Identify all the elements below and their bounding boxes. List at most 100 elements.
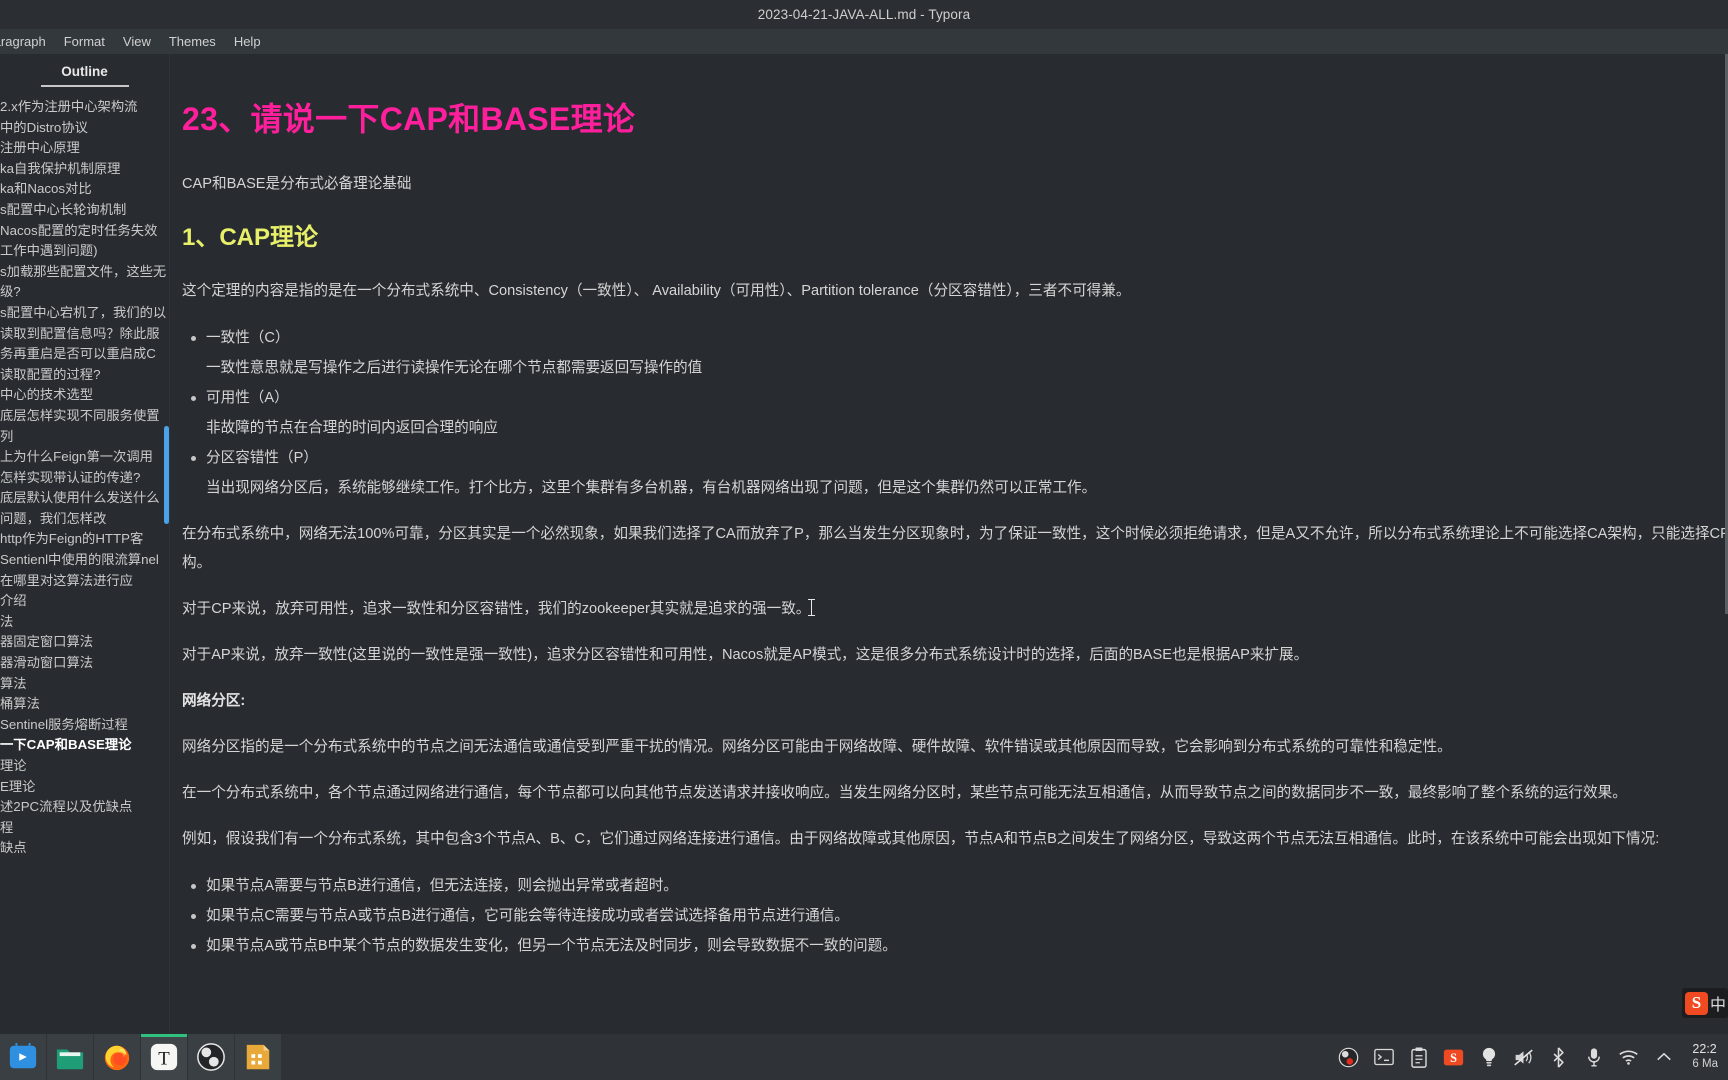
outline-item-7[interactable]: s加载那些配置文件，这些无级?	[0, 262, 168, 303]
sogou-logo-icon: S	[1684, 991, 1708, 1015]
menu-item-format[interactable]: Format	[55, 32, 114, 51]
outline-item-1[interactable]: 中的Distro协议	[0, 118, 169, 139]
taskbar-app-store[interactable]	[0, 1034, 47, 1080]
cap-bullet-list: 一致性（C）	[182, 323, 1728, 353]
window-title: 2023-04-21-JAVA-ALL.md - Typora	[757, 7, 971, 22]
text-cursor	[808, 599, 816, 616]
sogou-ime-indicator[interactable]: S 中	[1681, 988, 1728, 1018]
case-bullet-0: 如果节点A需要与节点B进行通信，但无法连接，则会抛出异常或者超时。	[182, 871, 1728, 901]
calculator-icon	[246, 1044, 270, 1070]
clipboard-icon[interactable]	[1408, 1047, 1429, 1068]
clock-date: 6 Ma	[1692, 1058, 1718, 1070]
outline-item-22[interactable]: 桶算法	[0, 694, 169, 715]
case-bullet-list: 如果节点A需要与节点B进行通信，但无法连接，则会抛出异常或者超时。 如果节点C需…	[182, 871, 1728, 961]
taskbar-file-manager[interactable]	[47, 1034, 94, 1080]
taskbar-obs-studio[interactable]	[188, 1034, 235, 1080]
outline-item-5[interactable]: s配置中心长轮询机制	[0, 200, 169, 221]
paragraph-partition-effect: 在一个分布式系统中，各个节点通过网络进行通信，每个节点都可以向其他节点发送请求并…	[182, 785, 1627, 801]
folder-icon	[56, 1049, 84, 1070]
outline-item-23[interactable]: Sentinel服务熔断过程	[0, 715, 169, 736]
outline-item-18[interactable]: 法	[0, 612, 169, 633]
outline-item-24-active[interactable]: 一下CAP和BASE理论	[0, 735, 169, 756]
bluetooth-icon[interactable]	[1548, 1046, 1569, 1068]
case-bullet-2: 如果节点A或节点B中某个节点的数据发生变化，但另一个节点无法及时同步，则会导致数…	[182, 931, 1728, 961]
sidebar-scrollbar-thumb[interactable]	[164, 426, 169, 524]
paragraph-ap: 对于AP来说，放弃一致性(这里说的一致性是强一致性)，追求分区容错性和可用性，N…	[182, 647, 1309, 663]
outline-item-10[interactable]: 底层怎样实现不同服务使置	[0, 406, 168, 427]
taskbar-calculator[interactable]	[235, 1034, 282, 1080]
taskbar-launchers: T	[0, 1034, 282, 1080]
microphone-icon[interactable]	[1583, 1047, 1604, 1068]
sogou-ime-icon[interactable]: S	[1443, 1047, 1464, 1068]
typora-icon: T	[150, 1043, 178, 1071]
outline-item-4[interactable]: ka和Nacos对比	[0, 179, 169, 200]
outline-list: 2.x作为注册中心架构流 中的Distro协议 注册中心原理 ka自我保护机制原…	[0, 97, 169, 859]
clock-time: 22:2	[1692, 1042, 1717, 1056]
system-tray: S 22:2 6 Ma	[1338, 1042, 1728, 1072]
paragraph-partition-example: 例如，假设我们有一个分布式系统，其中包含3个节点A、B、C，它们通过网络连接进行…	[182, 831, 1660, 847]
menu-item-themes[interactable]: Themes	[160, 32, 225, 51]
svg-text:T: T	[158, 1049, 170, 1070]
menu-bar: Paragraph Format View Themes Help	[0, 29, 1728, 54]
outline-item-0[interactable]: 2.x作为注册中心架构流	[0, 97, 168, 118]
bullet-partition-tolerance: 分区容错性（P）	[182, 443, 1728, 473]
bullet-availability: 可用性（A）	[182, 383, 1728, 413]
taskbar-firefox[interactable]	[94, 1034, 141, 1080]
taskbar-clock[interactable]: 22:2 6 Ma	[1692, 1042, 1720, 1072]
outline-item-2[interactable]: 注册中心原理	[0, 138, 169, 159]
outline-item-27[interactable]: 述2PC流程以及优缺点	[0, 797, 169, 818]
markdown-document[interactable]: 23、请说一下CAP和BASE理论 CAP和BASE是分布式必备理论基础 1、C…	[170, 54, 1728, 961]
outline-item-8[interactable]: s配置中心宕机了，我们的以读取到配置信息吗？除此服务再重启是否可以重启成C读取配…	[0, 303, 168, 385]
outline-item-3[interactable]: ka自我保护机制原理	[0, 159, 169, 180]
outline-item-14[interactable]: 底层默认使用什么发送什么问题，我们怎样改	[0, 488, 168, 529]
heading-level2: 1、CAP理论	[182, 224, 319, 251]
case-bullet-1: 如果节点C需要与节点A或节点B进行通信，它可能会等待连接成功或者尝试选择备用节点…	[182, 901, 1728, 931]
outline-item-15[interactable]: http作为Feign的HTTP客	[0, 529, 168, 550]
obs-tray-icon[interactable]	[1338, 1047, 1359, 1068]
wifi-icon[interactable]	[1618, 1047, 1639, 1068]
paragraph-cap-theorem: 这个定理的内容是指的是在一个分布式系统中、Consistency（一致性）、 A…	[182, 283, 1131, 299]
outline-item-12[interactable]: 上为什么Feign第一次调用	[0, 447, 168, 468]
outline-item-28[interactable]: 程	[0, 818, 169, 839]
outline-item-26[interactable]: E理论	[0, 777, 169, 798]
bulb-icon[interactable]	[1478, 1047, 1499, 1068]
outline-item-16[interactable]: Sentienl中使用的限流算nel在哪里对这算法进行应	[0, 550, 168, 591]
bullet-consistency: 一致性（C）	[182, 323, 1728, 353]
heading-level1: 23、请说一下CAP和BASE理论	[182, 101, 636, 137]
menu-item-paragraph[interactable]: Paragraph	[0, 32, 55, 51]
menu-item-help[interactable]: Help	[225, 32, 270, 51]
outline-item-25[interactable]: 理论	[0, 756, 169, 777]
ime-mode-label[interactable]: 中	[1710, 991, 1726, 1015]
outline-title: Outline	[61, 64, 108, 79]
outline-item-19[interactable]: 器固定窗口算法	[0, 632, 169, 653]
desc-availability: 非故障的节点在合理的时间内返回合理的响应	[206, 420, 498, 436]
obs-icon	[197, 1043, 225, 1071]
outline-item-11[interactable]: 列	[0, 427, 169, 448]
volume-muted-icon[interactable]	[1513, 1047, 1534, 1068]
taskbar-typora[interactable]: T	[141, 1034, 188, 1080]
paragraph-distributed-choice: 在分布式系统中，网络无法100%可靠，分区其实是一个必然现象，如果我们选择了CA…	[182, 526, 1728, 571]
heading-network-partition: 网络分区:	[182, 693, 246, 709]
firefox-icon	[104, 1045, 130, 1071]
system-taskbar: T S 22:2 6 Ma	[0, 1034, 1728, 1080]
outline-item-6[interactable]: Nacos配置的定时任务失效工作中遇到问题)	[0, 221, 168, 262]
menu-item-view[interactable]: View	[114, 32, 160, 51]
show-hidden-icons[interactable]	[1653, 1047, 1674, 1068]
editor-content[interactable]: 23、请说一下CAP和BASE理论 CAP和BASE是分布式必备理论基础 1、C…	[170, 54, 1728, 1080]
desc-partition-tolerance: 当出现网络分区后，系统能够继续工作。打个比方，这里个集群有多台机器，有台机器网络…	[206, 480, 1097, 496]
desc-consistency: 一致性意思就是写操作之后进行读操作无论在哪个节点都需要返回写操作的值	[206, 360, 703, 376]
outline-item-17[interactable]: 介绍	[0, 591, 169, 612]
outline-header: Outline	[0, 54, 169, 87]
terminal-icon[interactable]	[1373, 1047, 1394, 1068]
outline-item-13[interactable]: 怎样实现带认证的传递?	[0, 468, 169, 489]
svg-text:S: S	[1451, 1050, 1458, 1064]
app-store-icon	[9, 1042, 37, 1069]
outline-sidebar: Outline 2.x作为注册中心架构流 中的Distro协议 注册中心原理 k…	[0, 54, 170, 1080]
outline-item-29[interactable]: 缺点	[0, 838, 169, 859]
paragraph-cp: 对于CP来说，放弃可用性，追求一致性和分区容错性，我们的zookeeper其实就…	[182, 601, 811, 617]
paragraph-partition-definition: 网络分区指的是一个分布式系统中的节点之间无法通信或通信受到严重干扰的情况。网络分…	[182, 739, 1452, 755]
typora-window: Outline 2.x作为注册中心架构流 中的Distro协议 注册中心原理 k…	[0, 54, 1728, 1080]
outline-item-9[interactable]: 中心的技术选型	[0, 385, 169, 406]
outline-item-21[interactable]: 算法	[0, 674, 169, 695]
outline-item-20[interactable]: 器滑动窗口算法	[0, 653, 169, 674]
